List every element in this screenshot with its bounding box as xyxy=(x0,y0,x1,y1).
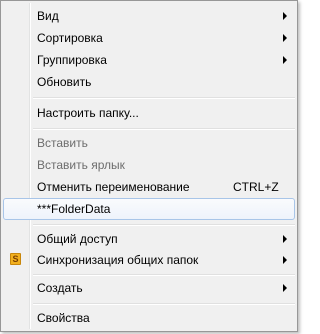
menu-item-label: Общий доступ xyxy=(37,232,118,246)
menu-separator xyxy=(33,128,295,130)
menu-item-folderdata[interactable]: ***FolderData xyxy=(3,198,295,220)
menu-item-label: Вид xyxy=(37,9,59,23)
submenu-arrow-icon xyxy=(283,12,287,20)
menu-item-label: Синхронизация общих папок xyxy=(37,253,199,267)
menu-item-refresh[interactable]: Обновить xyxy=(3,71,295,93)
menu-item-sort[interactable]: Сортировка xyxy=(3,27,295,49)
menu-item-label: Группировка xyxy=(37,53,107,67)
menu-item-label: Вставить xyxy=(37,136,88,150)
menu-item-undo-rename[interactable]: Отменить переименование CTRL+Z xyxy=(3,176,295,198)
submenu-arrow-icon xyxy=(283,235,287,243)
menu-item-label: Вставить ярлык xyxy=(37,158,125,172)
menu-item-label: ***FolderData xyxy=(37,202,111,216)
menu-separator xyxy=(33,97,295,99)
menu-separator xyxy=(33,274,295,276)
menu-item-create[interactable]: Создать xyxy=(3,277,295,299)
menu-item-label: Создать xyxy=(37,281,83,295)
menu-item-label: Свойства xyxy=(37,311,90,325)
submenu-arrow-icon xyxy=(283,56,287,64)
menu-item-view[interactable]: Вид xyxy=(3,5,295,27)
menu-item-share[interactable]: Общий доступ xyxy=(3,228,295,250)
menu-item-label: Настроить папку... xyxy=(37,106,139,120)
submenu-arrow-icon xyxy=(283,284,287,292)
menu-item-sync-shared-folders[interactable]: S Синхронизация общих папок xyxy=(3,249,295,271)
context-menu: Вид Сортировка Группировка Обновить Наст… xyxy=(0,0,298,332)
menu-separator xyxy=(33,303,295,305)
menu-item-paste[interactable]: Вставить xyxy=(3,132,295,154)
menu-item-label: Обновить xyxy=(37,75,92,89)
sync-folder-icon: S xyxy=(10,253,21,265)
menu-item-group[interactable]: Группировка xyxy=(3,49,295,71)
menu-item-paste-shortcut[interactable]: Вставить ярлык xyxy=(3,154,295,176)
submenu-arrow-icon xyxy=(283,256,287,264)
submenu-arrow-icon xyxy=(283,34,287,42)
menu-item-properties[interactable]: Свойства xyxy=(3,307,295,329)
menu-item-label: Сортировка xyxy=(37,31,103,45)
menu-item-label: Отменить переименование xyxy=(37,180,190,194)
menu-separator xyxy=(33,224,295,226)
menu-item-customize-folder[interactable]: Настроить папку... xyxy=(3,102,295,124)
menu-item-shortcut: CTRL+Z xyxy=(233,180,279,194)
